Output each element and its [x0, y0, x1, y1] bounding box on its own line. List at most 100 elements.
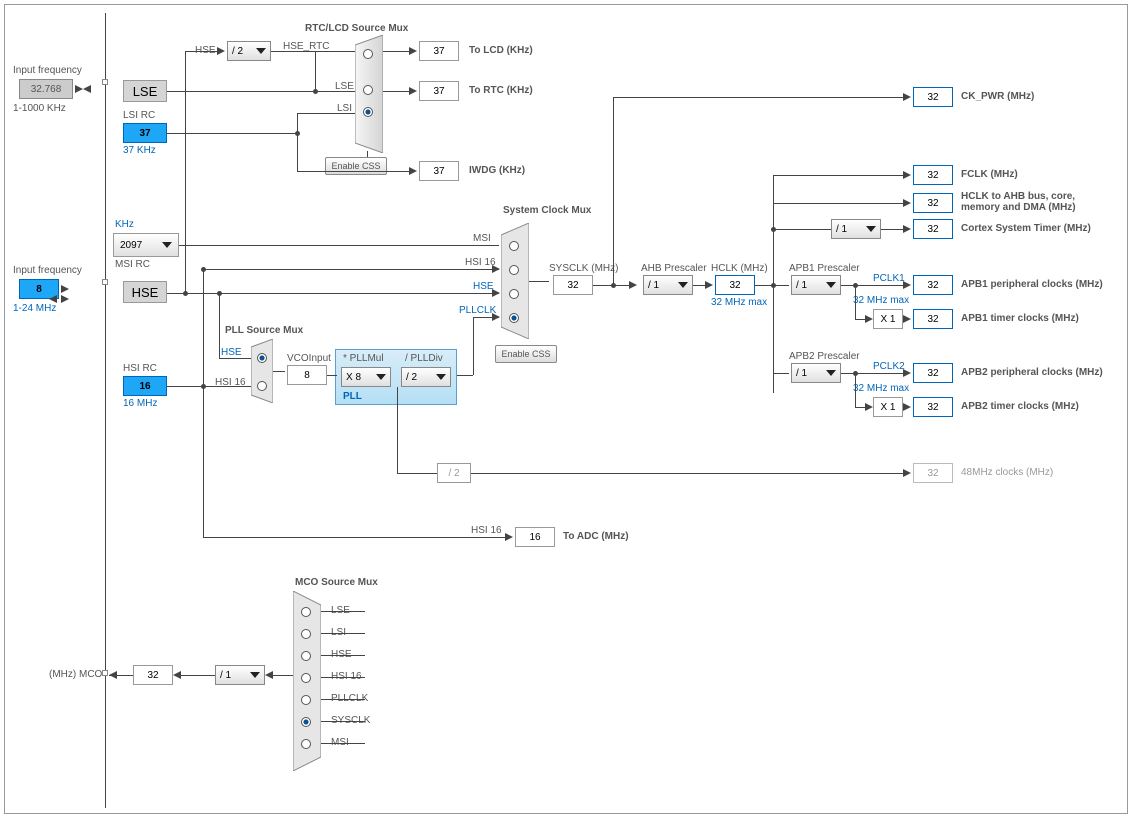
mco-radio-hsi[interactable]: [301, 673, 311, 683]
line: [315, 51, 316, 91]
rtc-mux-radio-hse[interactable]: [363, 49, 373, 59]
line: [613, 97, 614, 285]
line: [203, 269, 499, 270]
sys-in-pllclk: PLLCLK: [459, 305, 496, 316]
rtc-css-btn[interactable]: Enable CSS: [325, 157, 387, 175]
hse-source[interactable]: HSE: [123, 281, 167, 303]
lse-range: 1-1000 KHz: [13, 103, 66, 114]
rtc-in-lse: LSE: [335, 81, 354, 92]
lse-freq-label: Input frequency: [13, 65, 82, 76]
ahb-divider[interactable]: / 1: [643, 275, 693, 295]
pll-in-hse: HSE: [221, 347, 242, 358]
lsi-caption: 37 KHz: [123, 145, 156, 156]
pll-mux-radio-hse[interactable]: [257, 353, 267, 363]
msi-value[interactable]: 2097: [113, 233, 179, 257]
arrow: [903, 281, 911, 289]
mco-radio-lse[interactable]: [301, 607, 311, 617]
lcd-value: 37: [419, 41, 459, 61]
line: [203, 386, 251, 387]
fclk-value: 32: [913, 165, 953, 185]
sys-radio-msi[interactable]: [509, 241, 519, 251]
arrow: [903, 469, 911, 477]
sys-radio-hse[interactable]: [509, 289, 519, 299]
line: [297, 133, 298, 171]
apb2-tim-value: 32: [913, 397, 953, 417]
lse-source[interactable]: LSE: [123, 80, 167, 102]
mco-label: (MHz) MCO: [49, 669, 102, 680]
cortex-divider[interactable]: / 1: [831, 219, 881, 239]
iwdg-value: 37: [419, 161, 459, 181]
pll-mux-title: PLL Source Mux: [225, 325, 303, 336]
apb1-periph-value: 32: [913, 275, 953, 295]
line: [321, 743, 365, 744]
mco-radio-msi[interactable]: [301, 739, 311, 749]
sys-mux-title: System Clock Mux: [503, 205, 591, 216]
arrow: [903, 369, 911, 377]
line: [219, 293, 220, 358]
mco-radio-lsi[interactable]: [301, 629, 311, 639]
line: [167, 91, 355, 92]
arrow: [865, 403, 873, 411]
hclk-max: 32 MHz max: [711, 297, 767, 308]
hclk-label: HCLK (MHz): [711, 263, 768, 274]
line: [397, 387, 398, 473]
caret-icon: [256, 48, 266, 54]
arrow: [173, 671, 181, 679]
line: [177, 675, 215, 676]
mco-title: MCO Source Mux: [295, 577, 378, 588]
line: [321, 633, 365, 634]
pll-mux-shape: [251, 339, 273, 403]
pll-title: PLL: [343, 391, 362, 402]
sys-radio-hsi[interactable]: [509, 265, 519, 275]
hsi-value[interactable]: 16: [123, 376, 167, 396]
sys-radio-pllclk[interactable]: [509, 313, 519, 323]
lse-freq-value[interactable]: 32.768: [19, 79, 73, 99]
apb1-divider[interactable]: / 1: [791, 275, 841, 295]
node: [183, 291, 188, 296]
lsi-value[interactable]: 37: [123, 123, 167, 143]
line: [297, 113, 298, 133]
sysclk-label: SYSCLK (MHz): [549, 263, 618, 274]
sys-in-hsi: HSI 16: [465, 257, 496, 268]
sys-in-hse: HSE: [473, 281, 494, 292]
node: [201, 267, 206, 272]
connector-sq: [102, 279, 108, 285]
rtc-mux-title: RTC/LCD Source Mux: [305, 23, 408, 34]
line: [773, 203, 907, 204]
rtc-in-lsi: LSI: [337, 103, 352, 114]
arrow: [61, 295, 69, 303]
arrow: [265, 671, 273, 679]
caret-icon: [162, 242, 172, 248]
mco-radio-pllclk[interactable]: [301, 695, 311, 705]
caret-icon: [826, 282, 836, 288]
mco-divider[interactable]: / 1: [215, 665, 265, 685]
mco-radio-hse[interactable]: [301, 651, 311, 661]
apb2-divider[interactable]: / 1: [791, 363, 841, 383]
line: [321, 611, 365, 612]
line: [327, 375, 337, 376]
apb1-pclk: PCLK1: [873, 273, 905, 284]
sys-css-btn[interactable]: Enable CSS: [495, 345, 557, 363]
mco-value: 32: [133, 665, 173, 685]
pll-mul[interactable]: X 8: [341, 367, 391, 387]
hclkbus-value: 32: [913, 193, 953, 213]
arrow: [865, 315, 873, 323]
rtc-mux-radio-lsi[interactable]: [363, 107, 373, 117]
apb1-tim-mul: X 1: [873, 309, 903, 329]
line: [855, 285, 856, 319]
hclkbus-label: HCLK to AHB bus, core, memory and DMA (M…: [961, 191, 1101, 213]
hclk-value[interactable]: 32: [715, 275, 755, 295]
arrow: [61, 285, 69, 293]
arrow: [83, 85, 91, 93]
apb2-tim-label: APB2 timer clocks (MHz): [961, 401, 1079, 412]
mco-radio-sysclk[interactable]: [301, 717, 311, 727]
clock-diagram: Input frequency 32.768 1-1000 KHz LSE LS…: [4, 4, 1128, 814]
pll-mux-radio-hsi[interactable]: [257, 381, 267, 391]
line: [185, 51, 186, 293]
rtc-mux-radio-lse[interactable]: [363, 85, 373, 95]
line: [167, 133, 297, 134]
caret-icon: [678, 282, 688, 288]
hse-divider[interactable]: / 2: [227, 41, 271, 61]
pll-div[interactable]: / 2: [401, 367, 451, 387]
line: [773, 373, 789, 374]
